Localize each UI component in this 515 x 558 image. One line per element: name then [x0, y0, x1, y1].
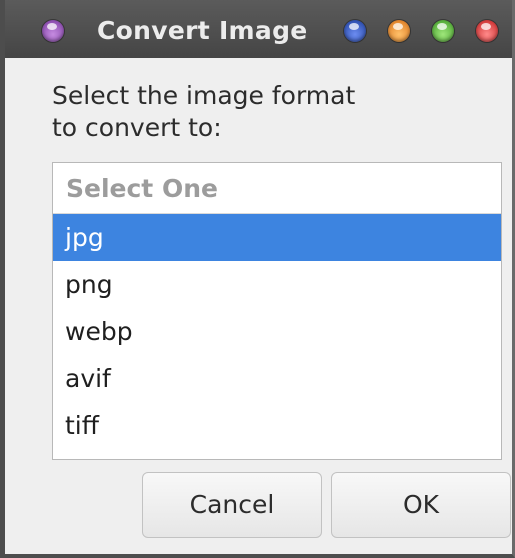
list-header: Select One: [53, 163, 501, 214]
list-item-png[interactable]: png: [53, 261, 501, 308]
dialog-prompt: Select the image format to convert to:: [52, 81, 356, 142]
window-menu-icon[interactable]: [42, 20, 64, 42]
ok-button[interactable]: OK: [331, 472, 511, 538]
list-item-tiff[interactable]: tiff: [53, 402, 501, 449]
cancel-button[interactable]: Cancel: [142, 472, 322, 538]
window-title: Convert Image: [97, 16, 308, 45]
close-button-icon[interactable]: [476, 20, 498, 42]
list-item-avif[interactable]: avif: [53, 355, 501, 402]
dialog-window: Convert Image Select the image format to…: [0, 0, 515, 558]
minimize-button-icon[interactable]: [388, 20, 410, 42]
title-bar[interactable]: Convert Image: [5, 0, 512, 58]
list-item-jpg[interactable]: jpg: [53, 214, 501, 261]
list-item-webp[interactable]: webp: [53, 308, 501, 355]
format-listbox[interactable]: Select One jpg png webp avif tiff: [52, 162, 502, 460]
shade-button-icon[interactable]: [344, 20, 366, 42]
maximize-button-icon[interactable]: [432, 20, 454, 42]
